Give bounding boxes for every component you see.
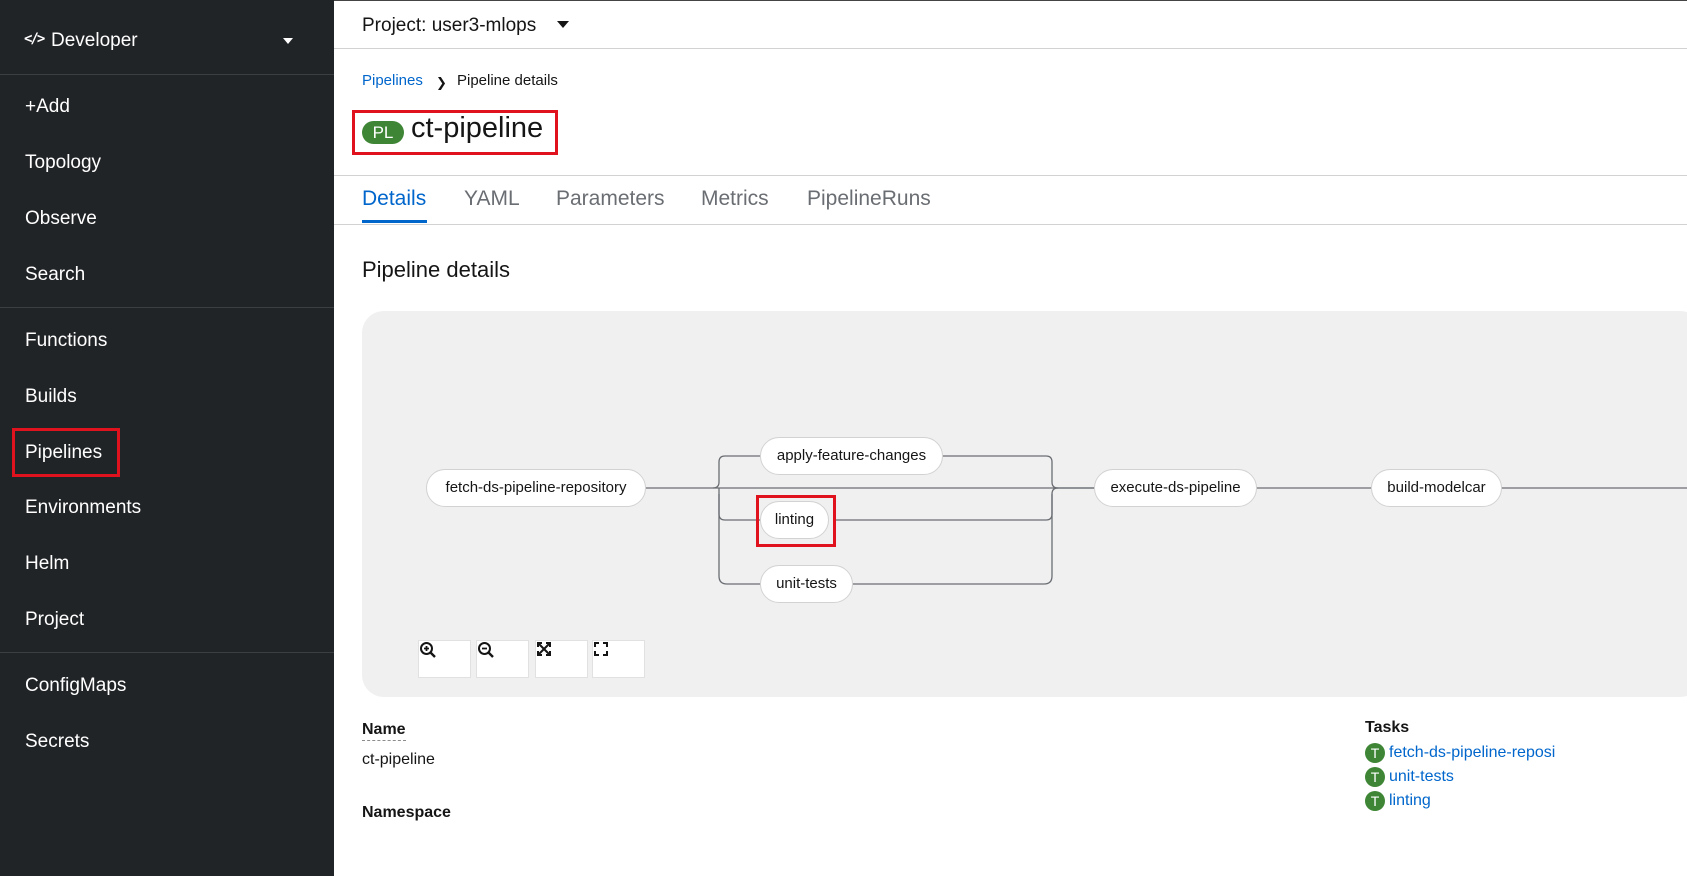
task-badge: T <box>1365 791 1385 811</box>
tasks-label: Tasks <box>1365 719 1410 736</box>
task-node-execute[interactable]: execute-ds-pipeline <box>1094 469 1257 507</box>
edge <box>718 488 761 521</box>
task-link-fetch[interactable]: fetch-ds-pipeline-reposi <box>1389 744 1555 761</box>
fit-to-screen-icon <box>537 642 551 656</box>
breadcrumb: Pipelines ❯ Pipeline details <box>362 72 558 90</box>
highlight-box <box>12 428 120 477</box>
task-node-unit-tests[interactable]: unit-tests <box>760 565 853 603</box>
namespace-label: Namespace <box>362 804 451 821</box>
perspective-label: Developer <box>51 30 138 51</box>
zoom-in-button[interactable] <box>418 640 471 678</box>
nav-item-observe[interactable]: Observe <box>25 208 97 230</box>
chevron-right-icon: ❯ <box>436 75 447 90</box>
task-list-item: Tunit-tests <box>1365 767 1454 788</box>
project-selector[interactable]: Project: user3-mlops <box>362 15 536 37</box>
nav-item-project[interactable]: Project <box>25 609 84 631</box>
zoom-out-icon <box>478 642 494 658</box>
fit-to-screen-button[interactable] <box>535 640 588 678</box>
perspective-switcher[interactable]: </> Developer <box>0 0 334 75</box>
tab-metrics[interactable]: Metrics <box>701 187 769 211</box>
nav-item-environments[interactable]: Environments <box>25 497 141 519</box>
code-icon: </> <box>24 31 45 47</box>
task-link-linting[interactable]: linting <box>1389 792 1431 809</box>
nav-item-search[interactable]: Search <box>25 264 85 286</box>
tab-pipelineruns[interactable]: PipelineRuns <box>807 187 931 211</box>
active-tab-indicator <box>362 220 427 223</box>
edge <box>943 455 1095 489</box>
zoom-out-button[interactable] <box>476 640 529 678</box>
task-badge: T <box>1365 743 1385 763</box>
nav-item-helm[interactable]: Helm <box>25 553 69 575</box>
edge <box>718 494 761 585</box>
nav-item-secrets[interactable]: Secrets <box>25 731 89 753</box>
breadcrumb-current: Pipeline details <box>457 72 558 89</box>
edge <box>853 494 1053 585</box>
nav-divider <box>0 652 334 653</box>
task-badge: T <box>1365 767 1385 787</box>
task-list-item: Tlinting <box>1365 791 1431 812</box>
nav-item-functions[interactable]: Functions <box>25 330 107 352</box>
tab-details[interactable]: Details <box>362 187 426 211</box>
highlight-box <box>756 495 836 547</box>
project-bar: Project: user3-mlops <box>334 0 1687 49</box>
task-list-item: Tfetch-ds-pipeline-reposi <box>1365 743 1555 764</box>
zoom-in-icon <box>420 642 436 658</box>
name-value: ct-pipeline <box>362 751 435 768</box>
edge <box>834 487 1059 521</box>
section-title: Pipeline details <box>362 257 510 282</box>
task-node-build[interactable]: build-modelcar <box>1371 469 1502 507</box>
task-link-unit-tests[interactable]: unit-tests <box>1389 768 1454 785</box>
edge <box>712 455 761 489</box>
breadcrumb-pipelines-link[interactable]: Pipelines <box>362 72 423 89</box>
nav-item-configmaps[interactable]: ConfigMaps <box>25 675 126 697</box>
name-label: Name <box>362 721 406 741</box>
sidebar: </> Developer +Add Topology Observe Sear… <box>0 0 334 876</box>
tab-bar: Details YAML Parameters Metrics Pipeline… <box>334 175 1687 225</box>
task-node-apply[interactable]: apply-feature-changes <box>760 437 943 475</box>
nav-item-builds[interactable]: Builds <box>25 386 77 408</box>
nav-divider <box>0 307 334 308</box>
task-node-fetch[interactable]: fetch-ds-pipeline-repository <box>426 469 646 507</box>
caret-down-icon[interactable] <box>557 21 569 28</box>
nav-item-add[interactable]: +Add <box>25 96 70 118</box>
expand-button[interactable] <box>592 640 645 678</box>
nav-item-topology[interactable]: Topology <box>25 152 101 174</box>
tab-yaml[interactable]: YAML <box>464 187 520 211</box>
caret-down-icon <box>283 38 293 44</box>
expand-icon <box>594 642 608 656</box>
tab-parameters[interactable]: Parameters <box>556 187 665 211</box>
highlight-box <box>352 110 558 155</box>
pipeline-graph: fetch-ds-pipeline-repository apply-featu… <box>362 311 1687 697</box>
